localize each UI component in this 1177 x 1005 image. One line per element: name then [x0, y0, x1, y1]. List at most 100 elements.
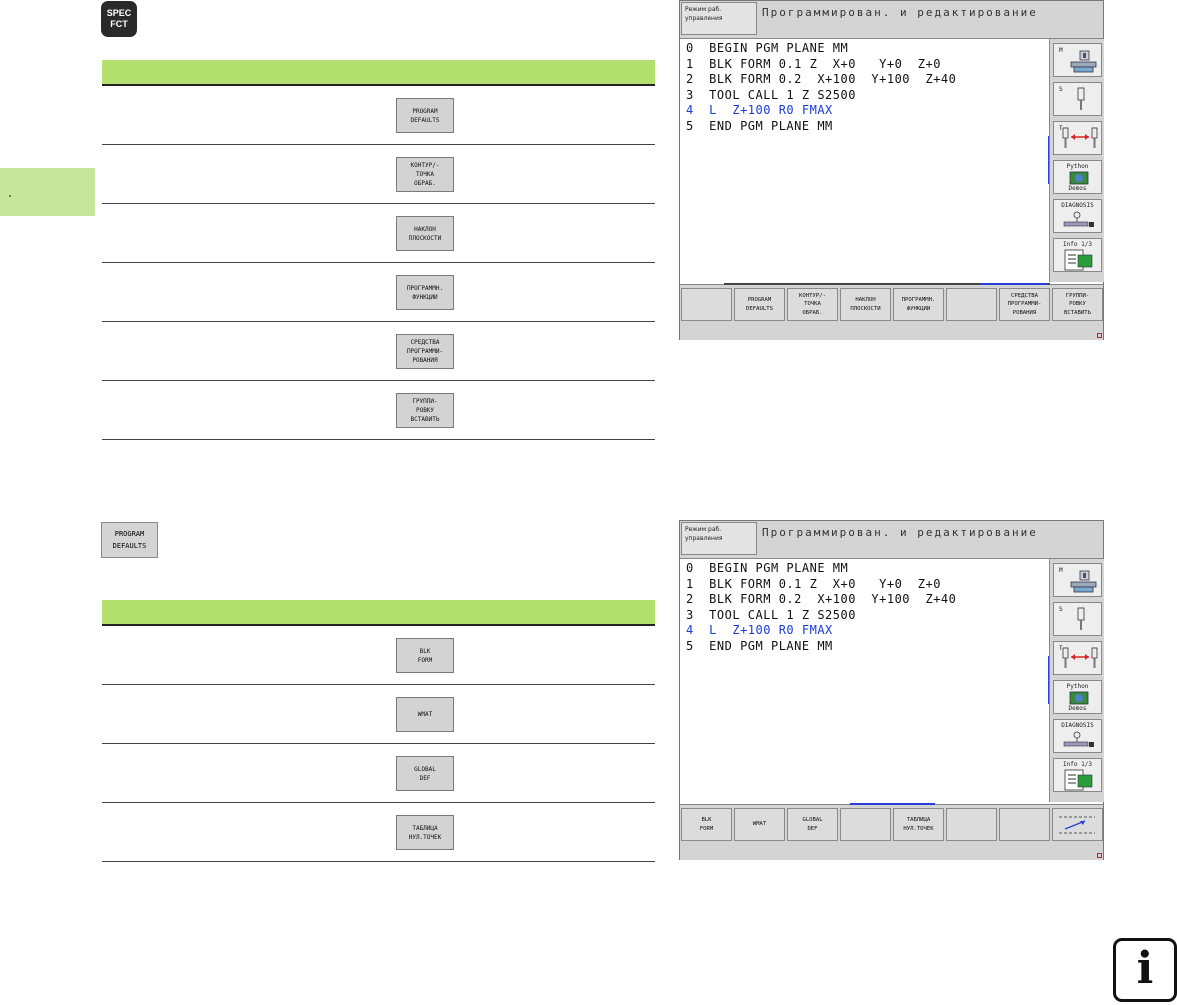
m-function-softkey[interactable]: M [1053, 563, 1102, 597]
softkey-contour-point[interactable]: КОНТУР/- ТОЧКА ОБРАБ. [787, 288, 838, 321]
spec-fct-line1: SPEC [106, 8, 132, 18]
screen-header: Режим раб. управления Программирован. и р… [680, 521, 1103, 559]
softkey-empty[interactable] [840, 808, 891, 841]
table-row: КОНТУР/- ТОЧКА ОБРАБ. [102, 145, 655, 204]
screen-header: Режим раб. управления Программирован. и р… [680, 1, 1103, 39]
cnc-screen-1: Режим раб. управления Программирован. и р… [679, 0, 1104, 340]
softkey-table-2: BLK FORM WMAT GLOBAL DEF ТАБЛИЦА НУЛ.ТОЧЕК [102, 600, 655, 862]
m-function-softkey[interactable]: M [1053, 43, 1102, 77]
softkey-datum-table[interactable]: ТАБЛИЦА НУЛ.ТОЧЕК [893, 808, 944, 841]
program-line: 5 END PGM PLANE MM [686, 638, 833, 653]
program-defaults-softkey: PROGRAM DEFAULTS [396, 98, 454, 133]
t-tool-softkey[interactable]: T [1053, 641, 1102, 675]
s-spindle-softkey[interactable]: S [1053, 82, 1102, 116]
s-spindle-softkey[interactable]: S [1053, 602, 1102, 636]
chapter-side-tab [0, 168, 95, 216]
right-softkey-column: M S T Python Demos DIAGNOSIS Info 1/3 [1049, 559, 1104, 802]
python-demos-icon [1069, 171, 1089, 185]
program-line: 5 END PGM PLANE MM [686, 118, 833, 133]
cnc-screen-2: Режим раб. управления Программирован. и р… [679, 520, 1104, 860]
spec-fct-line2: FCT [110, 19, 128, 29]
spindle-icon [1077, 87, 1085, 110]
datum-table-softkey: ТАБЛИЦА НУЛ.ТОЧЕК [396, 815, 454, 850]
table-row: СРЕДСТВА ПРОГРАММИ- РОВАНИЯ [102, 322, 655, 381]
tool-change-icon [1062, 647, 1098, 668]
softkey-wmat[interactable]: WMAT [734, 808, 785, 841]
right-softkey-column: M S T Python Demos DIAGNOSIS Info 1/3 [1049, 39, 1104, 282]
program-line: 2 BLK FORM 0.2 X+100 Y+100 Z+40 [686, 592, 957, 606]
info-softkey[interactable]: Info 1/3 [1053, 238, 1102, 272]
wmat-softkey: WMAT [396, 697, 454, 732]
info-icon: i [1113, 938, 1177, 1002]
info-page-icon [1064, 769, 1093, 791]
screen-title: Программирован. и редактирование [762, 526, 1038, 539]
global-def-softkey: GLOBAL DEF [396, 756, 454, 791]
softkey-programming-aids[interactable]: СРЕДСТВА ПРОГРАММИ- РОВАНИЯ [999, 288, 1050, 321]
diagnosis-softkey[interactable]: DIAGNOSIS [1053, 199, 1102, 233]
softkey-scroll-arrow[interactable] [1052, 808, 1103, 841]
contour-point-softkey: КОНТУР/- ТОЧКА ОБРАБ. [396, 157, 454, 192]
table-header [102, 600, 655, 626]
softkey-row-switch-icon [1059, 816, 1095, 833]
table-row: ПРОГРАММН. ФУНКЦИИ [102, 263, 655, 322]
machine-table-icon [1070, 570, 1097, 593]
diagnosis-icon [1063, 211, 1094, 227]
spec-fct-key-icon: SPEC FCT [101, 1, 137, 37]
softkey-blk-form[interactable]: BLK FORM [681, 808, 732, 841]
program-defaults-key-icon: PROGRAM DEFAULTS [101, 522, 158, 558]
softkey-row-indicator-active [850, 803, 935, 805]
operating-mode-box: Режим раб. управления [681, 522, 757, 555]
info-page-icon [1064, 249, 1093, 271]
table-row: BLK FORM [102, 626, 655, 685]
tool-change-icon [1062, 127, 1098, 148]
info-softkey[interactable]: Info 1/3 [1053, 758, 1102, 792]
screen-title: Программирован. и редактирование [762, 6, 1038, 19]
softkey-empty[interactable] [946, 288, 997, 321]
diagnosis-icon [1063, 731, 1094, 747]
spindle-icon [1077, 607, 1085, 630]
softkey-empty[interactable] [999, 808, 1050, 841]
program-line-active: 4 L Z+100 R0 FMAX [686, 623, 833, 637]
program-line: 0 BEGIN PGM PLANE MM [686, 561, 849, 575]
machine-table-icon [1070, 50, 1097, 73]
softkey-bar: BLK FORM WMAT GLOBAL DEF ТАБЛИЦА НУЛ.ТОЧЕК [680, 804, 1103, 860]
table-row: GLOBAL DEF [102, 744, 655, 803]
python-demos-softkey[interactable]: Python Demos [1053, 680, 1102, 714]
softkey-program-defaults[interactable]: PROGRAM DEFAULTS [734, 288, 785, 321]
table-row: ГРУППИ- РОВКУ ВСТАВИТЬ [102, 381, 655, 440]
t-tool-softkey[interactable]: T [1053, 121, 1102, 155]
softkey-insert-grouping[interactable]: ГРУППИ- РОВКУ ВСТАВИТЬ [1052, 288, 1103, 321]
program-line: 0 BEGIN PGM PLANE MM [686, 41, 849, 55]
program-line: 3 TOOL CALL 1 Z S2500 [686, 607, 856, 622]
insert-grouping-softkey: ГРУППИ- РОВКУ ВСТАВИТЬ [396, 393, 454, 428]
diagnosis-softkey[interactable]: DIAGNOSIS [1053, 719, 1102, 753]
softkey-empty[interactable] [681, 288, 732, 321]
softkey-program-functions[interactable]: ПРОГРАММН. ФУНКЦИИ [893, 288, 944, 321]
softkey-table-1: PROGRAM DEFAULTS КОНТУР/- ТОЧКА ОБРАБ. НАКЛ… [102, 60, 655, 440]
operating-mode-box: Режим раб. управления [681, 2, 757, 35]
table-row: ТАБЛИЦА НУЛ.ТОЧЕК [102, 803, 655, 862]
program-line-active: 4 L Z+100 R0 FMAX [686, 103, 833, 117]
softkey-bar: PROGRAM DEFAULTS КОНТУР/- ТОЧКА ОБРАБ. НАКЛ… [680, 284, 1103, 340]
softkey-tilt-plane[interactable]: НАКЛОН ПЛОСКОСТИ [840, 288, 891, 321]
program-line: 1 BLK FORM 0.1 Z X+0 Y+0 Z+0 [686, 56, 941, 71]
program-listing: 0 BEGIN PGM PLANE MM 1 BLK FORM 0.1 Z X+0… [686, 41, 956, 134]
corner-marker-icon [1097, 333, 1102, 338]
python-demos-icon [1069, 691, 1089, 705]
corner-marker-icon [1097, 853, 1102, 858]
blk-form-softkey: BLK FORM [396, 638, 454, 673]
softkey-global-def[interactable]: GLOBAL DEF [787, 808, 838, 841]
program-line: 2 BLK FORM 0.2 X+100 Y+100 Z+40 [686, 72, 957, 86]
program-listing: 0 BEGIN PGM PLANE MM 1 BLK FORM 0.1 Z X+0… [686, 561, 956, 654]
program-line: 1 BLK FORM 0.1 Z X+0 Y+0 Z+0 [686, 576, 941, 591]
table-header [102, 60, 655, 86]
table-row: PROGRAM DEFAULTS [102, 86, 655, 145]
program-line: 3 TOOL CALL 1 Z S2500 [686, 87, 856, 102]
softkey-row-indicator-active [980, 283, 1048, 285]
softkey-empty[interactable] [946, 808, 997, 841]
table-row: WMAT [102, 685, 655, 744]
program-functions-softkey: ПРОГРАММН. ФУНКЦИИ [396, 275, 454, 310]
python-demos-softkey[interactable]: Python Demos [1053, 160, 1102, 194]
tilt-plane-softkey: НАКЛОН ПЛОСКОСТИ [396, 216, 454, 251]
programming-aids-softkey: СРЕДСТВА ПРОГРАММИ- РОВАНИЯ [396, 334, 454, 369]
